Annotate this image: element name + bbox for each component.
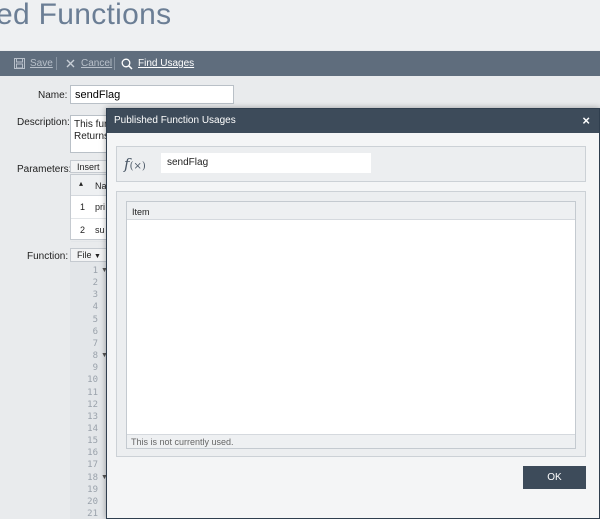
code-line-gutter: 1 ▼ 2 3 4 5 6 7 8 ▼ 9 10 11 12 13 14 15 16 17 18 ▼ 19 20 21 bbox=[70, 262, 108, 519]
function-icon: f(×) bbox=[124, 155, 146, 173]
line-number: 21 bbox=[87, 509, 98, 519]
column-header-item[interactable]: Item bbox=[127, 202, 575, 220]
table-row[interactable]: 2 su bbox=[71, 219, 109, 242]
line-number: 1 bbox=[92, 266, 98, 276]
file-menu-button[interactable]: File ▼ bbox=[70, 248, 110, 262]
parameters-label: Parameters: bbox=[17, 164, 72, 175]
insert-button[interactable]: Insert bbox=[70, 160, 110, 173]
line-number: 14 bbox=[87, 423, 98, 434]
description-textarea[interactable]: This fur Returns bbox=[70, 115, 110, 153]
insert-label: Insert bbox=[77, 162, 100, 172]
function-label: Function: bbox=[27, 251, 69, 262]
description-line: Returns bbox=[74, 131, 110, 142]
toolbar-divider bbox=[56, 57, 57, 70]
line-number: 16 bbox=[87, 448, 98, 459]
line-number: 19 bbox=[87, 484, 98, 495]
function-name-field: sendFlag bbox=[161, 153, 371, 173]
line-number: 6 bbox=[92, 326, 98, 337]
empty-message: This is not currently used. bbox=[131, 437, 234, 447]
table-row[interactable]: 1 pri bbox=[71, 196, 109, 219]
row-index: 2 bbox=[80, 225, 86, 235]
search-icon bbox=[121, 58, 133, 70]
line-number: 9 bbox=[92, 363, 98, 374]
line-number: 4 bbox=[92, 302, 98, 313]
line-number: 3 bbox=[92, 290, 98, 301]
page-title: ed Functions bbox=[0, 0, 172, 31]
cancel-label: Cancel bbox=[81, 58, 113, 69]
line-number: 15 bbox=[87, 436, 98, 447]
file-menu-label: File bbox=[77, 250, 92, 260]
ok-button[interactable]: OK bbox=[523, 466, 586, 489]
line-number: 11 bbox=[87, 387, 98, 398]
page-header: ed Functions bbox=[0, 0, 600, 50]
usages-panel: Item This is not currently used. bbox=[116, 191, 586, 457]
save-icon bbox=[13, 58, 25, 70]
line-number: 10 bbox=[87, 375, 98, 386]
usages-dialog: Published Function Usages × f(×) sendFla… bbox=[106, 108, 600, 519]
close-icon[interactable]: × bbox=[582, 113, 590, 128]
column-header-label: Item bbox=[132, 207, 150, 217]
line-number: 18 bbox=[87, 472, 98, 483]
dialog-titlebar: Published Function Usages × bbox=[107, 109, 599, 133]
dialog-title: Published Function Usages bbox=[114, 115, 236, 126]
line-number: 8 bbox=[92, 351, 98, 362]
line-number: 5 bbox=[92, 314, 98, 325]
chevron-down-icon: ▼ bbox=[94, 253, 101, 260]
name-label: Name: bbox=[38, 90, 68, 101]
description-line: This fur bbox=[74, 119, 108, 130]
sort-arrow-icon[interactable]: ▴ bbox=[79, 179, 83, 188]
toolbar-divider bbox=[114, 57, 115, 70]
cancel-button[interactable]: Cancel bbox=[64, 51, 112, 76]
line-number: 2 bbox=[92, 278, 98, 289]
row-index: 1 bbox=[80, 202, 86, 212]
line-number: 17 bbox=[87, 460, 98, 471]
line-number: 20 bbox=[87, 496, 98, 507]
save-button[interactable]: Save bbox=[13, 51, 53, 76]
find-usages-label: Find Usages bbox=[138, 58, 195, 69]
name-input[interactable] bbox=[70, 85, 234, 104]
line-number: 13 bbox=[87, 411, 98, 422]
find-usages-button[interactable]: Find Usages bbox=[121, 51, 194, 76]
line-number: 7 bbox=[92, 338, 98, 349]
column-header-name: Na bbox=[95, 181, 107, 191]
param-name: su bbox=[95, 225, 105, 235]
line-number: 12 bbox=[87, 399, 98, 410]
table-header: ▴ Na bbox=[71, 175, 109, 196]
save-label: Save bbox=[30, 58, 53, 69]
usages-table: Item This is not currently used. bbox=[126, 201, 576, 449]
description-label: Description: bbox=[17, 117, 70, 128]
function-info-panel: f(×) sendFlag bbox=[116, 146, 586, 182]
parameters-table: ▴ Na 1 pri 2 su bbox=[70, 174, 110, 242]
param-name: pri bbox=[95, 202, 106, 212]
usages-status: This is not currently used. bbox=[127, 434, 575, 448]
editor-toolbar: Save Cancel Find Usages bbox=[0, 51, 600, 76]
close-icon bbox=[64, 58, 76, 70]
